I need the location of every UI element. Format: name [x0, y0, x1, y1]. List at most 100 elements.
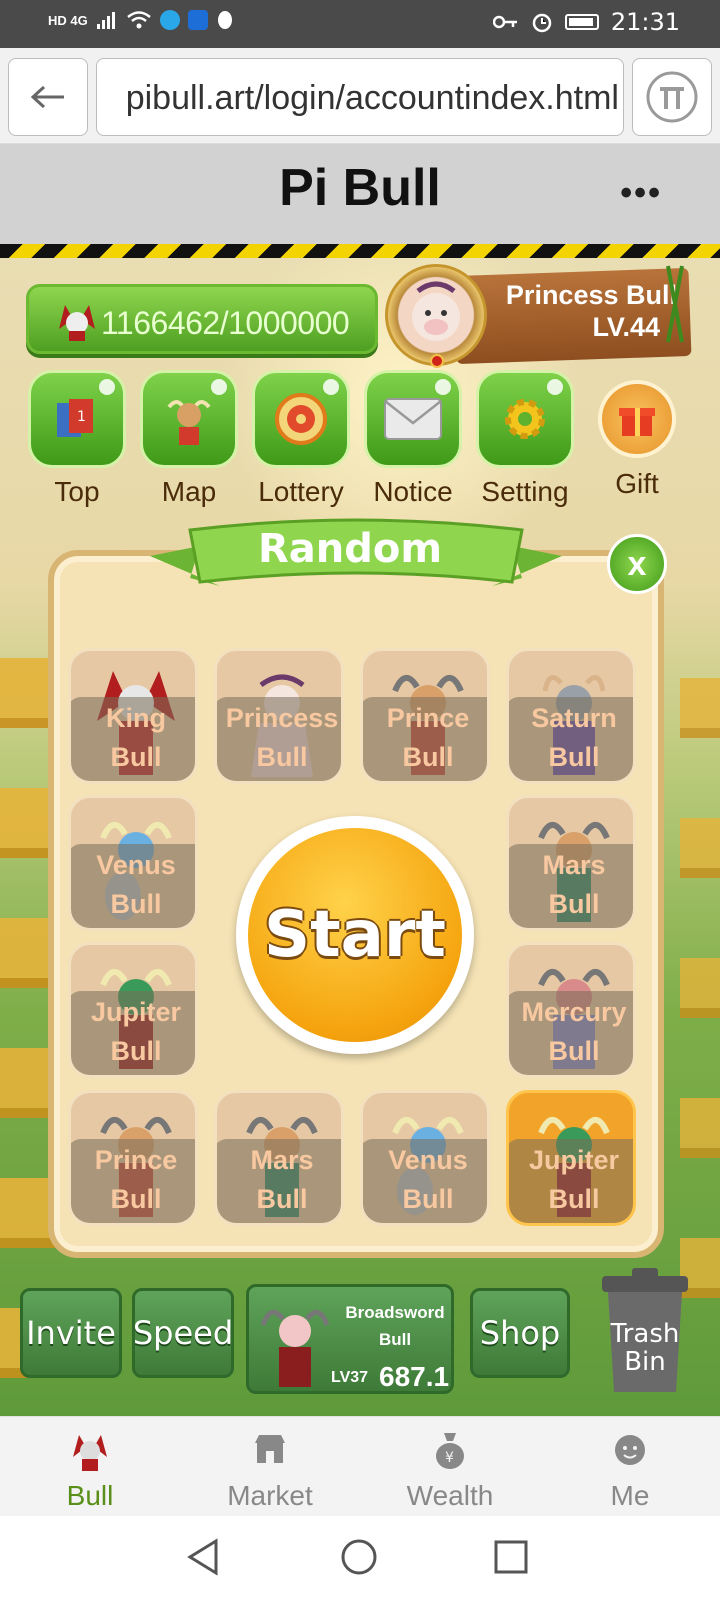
- profile-name: Princess Bull: [505, 280, 677, 310]
- random-card-prince-bull-2[interactable]: Prince Bull: [68, 1090, 198, 1226]
- menu-setting[interactable]: Setting: [476, 370, 574, 508]
- pi-browser-button[interactable]: [632, 58, 712, 136]
- lottery-icon: [252, 370, 350, 468]
- back-arrow-icon: [30, 85, 64, 109]
- card-name-line1: Jupiter: [528, 1145, 620, 1175]
- nav-back-icon[interactable]: [186, 1538, 220, 1576]
- gift-box-icon: [619, 408, 655, 436]
- random-card-prince-bull[interactable]: Prince Bull: [360, 648, 490, 784]
- system-nav-bar: [0, 1516, 720, 1600]
- shop-button[interactable]: Shop: [470, 1288, 570, 1378]
- game-canvas[interactable]: 1166462/1000000 Princess Bull LV.44 1 To…: [0, 258, 720, 1416]
- card-name: Venus Bull: [71, 846, 195, 924]
- card-name-line2: Bull: [548, 1036, 600, 1066]
- card-name: King Bull: [71, 699, 195, 777]
- random-card-venus-bull[interactable]: Venus Bull: [68, 795, 198, 931]
- battery-icon: [564, 14, 599, 30]
- king-bull-avatar-icon: [59, 305, 95, 341]
- random-card-mercury-bull[interactable]: Mercury Bull: [506, 942, 636, 1078]
- tab-bull[interactable]: Bull: [0, 1417, 180, 1517]
- lottery-wheel-icon: [275, 393, 327, 445]
- card-name: Jupiter Bull: [509, 1141, 633, 1219]
- coin-balance-value: 1166462/1000000: [101, 305, 350, 341]
- card-name-line1: Mars: [542, 850, 606, 880]
- map-icon: [140, 370, 238, 468]
- close-modal-button[interactable]: x: [607, 534, 667, 594]
- invite-button[interactable]: Invite: [20, 1288, 122, 1378]
- card-name-line2: Bull: [256, 742, 308, 772]
- nav-home-icon[interactable]: [340, 1538, 378, 1576]
- back-button[interactable]: [8, 58, 88, 136]
- random-card-mars-bull-2[interactable]: Mars Bull: [214, 1090, 344, 1226]
- card-name-line1: Prince: [386, 703, 470, 733]
- url-text: pibull.art/login/accountindex.html: [125, 79, 619, 117]
- start-label: Start: [263, 898, 447, 972]
- random-card-jupiter-bull[interactable]: Jupiter Bull: [68, 942, 198, 1078]
- url-field[interactable]: pibull.art/login/accountindex.html: [96, 58, 624, 136]
- tab-wealth[interactable]: ¥ Wealth: [360, 1417, 540, 1517]
- menu-lottery-label: Lottery: [258, 476, 344, 507]
- profile-avatar[interactable]: [385, 264, 487, 366]
- random-card-venus-bull-2[interactable]: Venus Bull: [360, 1090, 490, 1226]
- avatar-gem: [430, 354, 444, 368]
- card-name: Prince Bull: [71, 1141, 195, 1219]
- browser-toolbar: pibull.art/login/accountindex.html: [0, 48, 720, 144]
- top-icon: 1: [28, 370, 126, 468]
- menu-notice-label: Notice: [373, 476, 453, 507]
- random-card-jupiter-bull-selected[interactable]: Jupiter Bull: [506, 1090, 636, 1226]
- card-name-line2: Bull: [548, 742, 600, 772]
- speed-button[interactable]: Speed: [132, 1288, 234, 1378]
- card-name: Prince Bull: [363, 699, 487, 777]
- tab-market[interactable]: Market: [180, 1417, 360, 1517]
- alarm-icon: [532, 13, 552, 33]
- random-card-saturn-bull[interactable]: Saturn Bull: [506, 648, 636, 784]
- tab-me[interactable]: Me: [540, 1417, 720, 1517]
- status-icons-left: HD 4G: [48, 10, 234, 30]
- card-name-line1: Prince: [94, 1145, 178, 1175]
- network-signal-icon: HD 4G: [48, 12, 88, 28]
- menu-map-label: Map: [161, 476, 217, 507]
- card-name: Princess Bull: [217, 699, 341, 777]
- current-bull-panel[interactable]: Broadsword Bull LV37 687.1: [246, 1284, 454, 1394]
- card-name-line1: Mars: [250, 1145, 314, 1175]
- card-name: Mars Bull: [509, 846, 633, 924]
- money-bag-icon: ¥: [436, 1433, 464, 1469]
- menu-notice[interactable]: Notice: [364, 370, 462, 508]
- random-card-mars-bull[interactable]: Mars Bull: [506, 795, 636, 931]
- princess-bull-avatar-icon: [412, 281, 460, 341]
- clock: 21:31: [610, 8, 680, 36]
- gift-icon: [598, 380, 676, 458]
- trash-bin-label: Trash Bin: [598, 1320, 692, 1376]
- current-bull-level: LV37: [331, 1369, 369, 1386]
- start-button[interactable]: Start: [248, 828, 462, 1042]
- menu-gift-label: Gift: [615, 468, 659, 499]
- card-name-line1: Jupiter: [90, 997, 182, 1027]
- tab-market-label: Market: [227, 1480, 313, 1511]
- random-card-princess-bull[interactable]: Princess Bull: [214, 648, 344, 784]
- card-name: Mars Bull: [217, 1141, 341, 1219]
- broadsword-bull-icon: [260, 1309, 330, 1387]
- card-name-line2: Bull: [110, 889, 162, 919]
- svg-text:¥: ¥: [445, 1450, 454, 1466]
- trash-bin-line1: Trash: [610, 1319, 680, 1349]
- menu-gift[interactable]: Gift: [588, 370, 686, 500]
- key-icon: [492, 15, 517, 29]
- card-name-line1: Venus: [96, 850, 176, 880]
- coin-balance-bar[interactable]: 1166462/1000000: [26, 284, 378, 354]
- card-name: Jupiter Bull: [71, 993, 195, 1071]
- random-card-king-bull[interactable]: King Bull: [68, 648, 198, 784]
- menu-map[interactable]: Map: [140, 370, 238, 508]
- more-options-button[interactable]: •••: [620, 174, 662, 213]
- card-name-line2: Bull: [402, 742, 454, 772]
- menu-lottery[interactable]: Lottery: [252, 370, 350, 508]
- gear-icon: [505, 399, 545, 439]
- menu-top[interactable]: 1 Top: [28, 370, 126, 508]
- card-name: Venus Bull: [363, 1141, 487, 1219]
- card-name-line2: Bull: [402, 1184, 454, 1214]
- nav-recents-icon[interactable]: [494, 1540, 528, 1574]
- bull-character-icon: [167, 400, 211, 445]
- card-name-line2: Bull: [548, 1184, 600, 1214]
- card-name-line1: Mercury: [521, 997, 627, 1027]
- shield-notification-icon: [187, 10, 208, 30]
- signal-bars-icon: [96, 12, 115, 29]
